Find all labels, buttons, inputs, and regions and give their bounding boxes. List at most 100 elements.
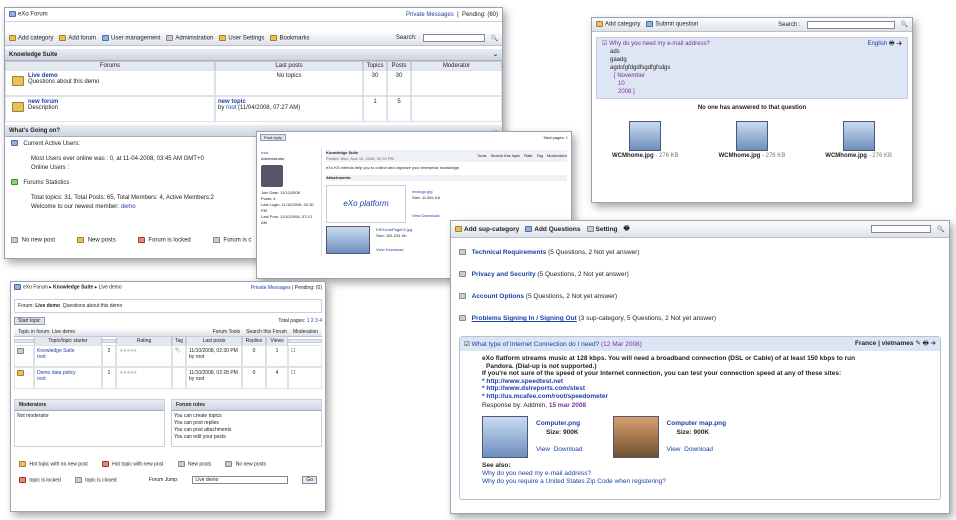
settings-icon: [219, 34, 227, 41]
table-row[interactable]: Demo data policy root 1 ★★★★★ 11/10/2008,…: [14, 367, 322, 389]
breadcrumb[interactable]: eXo Forum: [9, 11, 48, 18]
folder-icon: [11, 237, 18, 244]
faq-category-window: Add sup-category Add Questions Setting 🖶…: [450, 220, 950, 514]
list-icon: [459, 271, 466, 278]
tag-button[interactable]: Tag: [537, 153, 543, 159]
add-sup-category-button[interactable]: Add sup-category: [455, 226, 519, 233]
closed-icon: [212, 237, 220, 244]
list-item[interactable]: Technical Requirements (5 Questions, 2 N…: [459, 242, 941, 264]
moderation-menu[interactable]: Moderation: [547, 153, 567, 159]
category-list: Technical Requirements (5 Questions, 2 N…: [451, 238, 949, 334]
search-forum-menu[interactable]: Search this Forum: [246, 329, 287, 335]
download-link[interactable]: Download: [386, 247, 404, 252]
pending-count[interactable]: Pending: (60): [462, 12, 498, 18]
bookmarks-button[interactable]: Bookmarks: [270, 34, 309, 41]
image-thumbnail[interactable]: [629, 121, 662, 151]
question-panel: ☑ Why do you need my e-mail address? Engl…: [596, 37, 908, 99]
checkbox[interactable]: ☐: [291, 348, 295, 354]
question-icon: ☑: [464, 341, 470, 348]
folder-icon: [12, 76, 24, 86]
export-icon[interactable]: ➔: [896, 41, 902, 47]
hot-topic-icon: [19, 461, 26, 467]
view-link[interactable]: View: [412, 213, 421, 218]
search-topic-menu[interactable]: Search this topic: [491, 153, 521, 159]
administration-button[interactable]: Administration: [166, 34, 213, 41]
print-icon[interactable]: 🖶: [889, 41, 895, 47]
rate-button[interactable]: Rate: [524, 153, 532, 159]
folder-new-icon: [77, 237, 85, 244]
exo-logo-image[interactable]: eXo platform: [326, 185, 406, 223]
search-input[interactable]: [806, 20, 895, 29]
folder-add-icon: [455, 225, 462, 232]
table-row[interactable]: Knowledge Suite root 2 ★★★★★ 🏷 11/10/2008…: [14, 345, 322, 367]
users-icon: [11, 140, 18, 147]
forum-tools-menu[interactable]: Forum Tools: [213, 329, 240, 335]
list-item[interactable]: Problems Signing In / Signing Out (3 sup…: [459, 308, 941, 330]
view-link[interactable]: View: [376, 247, 385, 252]
attachments: WCMhome.jpg - 276 KB WCMhome.jpg - 276 K…: [592, 121, 912, 159]
home-icon: [14, 284, 21, 291]
forum-row[interactable]: Live demo Questions about this demo No to…: [5, 70, 502, 96]
download-link[interactable]: Download: [554, 446, 583, 453]
add-category-button[interactable]: Add category: [596, 21, 640, 28]
forum-row[interactable]: new forum Description new topic by root (1…: [5, 96, 502, 122]
search-icon[interactable]: 🔍: [937, 225, 945, 233]
image-thumbnail[interactable]: [735, 121, 768, 151]
print-icon[interactable]: 🖶: [923, 340, 929, 347]
tools-menu[interactable]: Tools: [477, 153, 486, 159]
folder-icon: [596, 21, 603, 28]
add-category-button[interactable]: Add category: [9, 34, 53, 41]
private-messages-link[interactable]: Private Messages: [251, 285, 291, 291]
moderation-menu[interactable]: Moderation: [293, 329, 318, 335]
table-header: Forums Last posts Topics Posts Moderator: [5, 60, 502, 71]
submit-question-button[interactable]: Submit question: [646, 21, 698, 28]
go-button[interactable]: Go: [302, 476, 317, 485]
view-link[interactable]: View: [667, 446, 681, 453]
image-thumbnail[interactable]: [326, 226, 370, 254]
category-header[interactable]: Knowledge Suite ⌄: [5, 49, 502, 61]
envelope-icon: [17, 348, 24, 354]
search-icon[interactable]: 🔍: [491, 35, 498, 42]
user-management-button[interactable]: User management: [102, 34, 160, 41]
list-item[interactable]: Privacy and Security (5 Questions, 2 Not…: [459, 264, 941, 286]
private-messages-link[interactable]: Private Messages: [406, 12, 454, 18]
image-thumbnail[interactable]: [842, 121, 875, 151]
search-icon[interactable]: 🔍: [901, 21, 908, 28]
edit-icon[interactable]: ✎: [915, 340, 920, 347]
computer-map-image[interactable]: [612, 415, 659, 458]
gear-icon: [166, 34, 174, 41]
add-forum-button[interactable]: Add forum: [59, 34, 96, 41]
search-input[interactable]: [870, 225, 931, 233]
search-input[interactable]: [422, 34, 485, 42]
post-reply-button[interactable]: Post reply: [260, 134, 286, 141]
users-icon: [102, 34, 110, 41]
forum-jump-select[interactable]: Live demo: [192, 476, 289, 485]
add-questions-button[interactable]: Add Questions: [525, 226, 581, 233]
export-icon[interactable]: ➔: [931, 340, 936, 347]
hot-new-topic-icon: [101, 461, 109, 467]
computer-image[interactable]: [482, 415, 528, 458]
no-new-posts-icon: [225, 461, 233, 467]
checkbox[interactable]: ☐: [291, 370, 295, 376]
download-link[interactable]: Download: [422, 213, 440, 218]
gear-icon: [586, 225, 594, 232]
user-settings-button[interactable]: User Settings: [219, 34, 264, 41]
download-link[interactable]: Download: [684, 446, 713, 453]
rating-stars: ★★★★★: [116, 345, 172, 367]
lock-icon: [137, 237, 145, 244]
bookmark-icon: [270, 34, 278, 41]
user-info: root Administrator Join Date: 11/10/2008 P…: [261, 150, 314, 225]
folder-add-icon: [59, 34, 67, 41]
list-item[interactable]: Account Options (5 Questions, 2 Not yet …: [459, 286, 941, 308]
print-icon[interactable]: 🖶: [624, 224, 630, 235]
new-posts-icon: [177, 461, 185, 467]
setting-button[interactable]: Setting: [586, 225, 618, 233]
forum-topics-window: eXo Forum ▸ Knowledge Suite ▸ Live demo …: [10, 281, 326, 512]
tag-icon: 🏷: [175, 348, 182, 354]
start-topic-button[interactable]: Start topic: [14, 317, 45, 325]
collapse-icon[interactable]: ⌄: [493, 51, 498, 58]
view-link[interactable]: View: [536, 446, 550, 453]
list-icon: [459, 249, 466, 256]
question-icon: [646, 21, 654, 28]
question-icon: ☑: [602, 41, 608, 47]
